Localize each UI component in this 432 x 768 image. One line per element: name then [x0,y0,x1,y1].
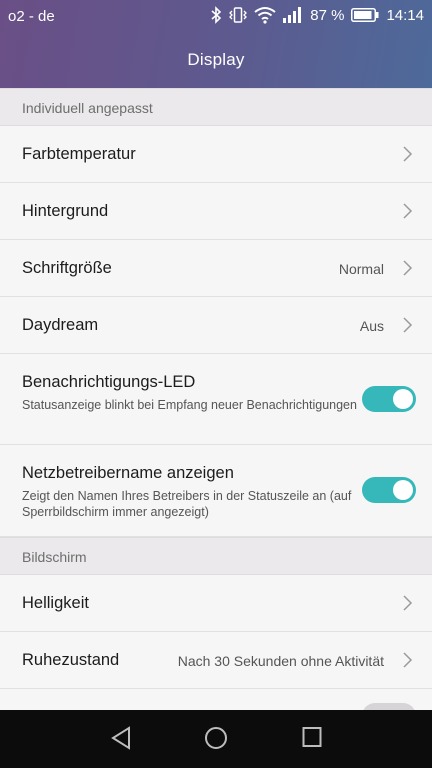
row-label: Schriftgröße [22,259,112,277]
bluetooth-icon [211,6,222,24]
toggle-knob [393,389,413,409]
row-hintergrund[interactable]: Hintergrund [0,183,432,240]
status-icons: 87 % 14:14 [210,6,424,24]
signal-icon [283,7,302,23]
page-title: Display [187,50,245,69]
row-value: Normal [338,261,384,277]
row-benachrichtigungs-led[interactable]: Benachrichtigungs-LED Statusanzeige blin… [0,354,432,445]
chevron-right-icon [403,260,413,276]
row-daydream[interactable]: Daydream Aus [0,297,432,354]
back-icon[interactable] [110,726,132,750]
toggle-knob [393,480,413,500]
home-icon[interactable] [204,726,228,750]
row-label: Daydream [22,316,99,334]
row-label: Hintergrund [22,202,109,220]
wifi-icon [254,7,276,24]
navigation-bar [0,710,432,768]
battery-icon [351,8,379,22]
vibrate-icon [229,7,248,23]
recents-icon[interactable] [302,726,322,748]
row-farbtemperatur[interactable]: Farbtemperatur [0,126,432,183]
chevron-right-icon [403,317,413,333]
chevron-right-icon [403,203,413,219]
section-header-individuell: Individuell angepasst [0,88,432,126]
row-value: Aus [359,318,384,334]
row-schriftgroesse[interactable]: Schriftgröße Normal [0,240,432,297]
row-description: Statusanzeige blinkt bei Empfang neuer B… [22,398,357,412]
chevron-right-icon [403,595,413,611]
row-label: Benachrichtigungs-LED [22,373,196,391]
row-helligkeit[interactable]: Helligkeit [0,575,432,632]
row-ruhezustand[interactable]: Ruhezustand Nach 30 Sekunden ohne Aktivi… [0,632,432,689]
section-header-bildschirm: Bildschirm [0,537,432,575]
row-label: Netzbetreibername anzeigen [22,464,234,482]
carrier-name: o2 - de [8,8,55,25]
section-label: Individuell angepasst [22,100,153,116]
row-value: Nach 30 Sekunden ohne Aktivität [177,653,384,669]
led-toggle[interactable] [362,386,416,412]
row-netzbetreibername[interactable]: Netzbetreibername anzeigen Zeigt den Nam… [0,445,432,537]
row-label: Helligkeit [22,594,89,612]
app-header: o2 - de 87 % 14:14 Display [0,0,432,88]
section-label: Bildschirm [22,549,87,565]
row-description: Zeigt den Namen Ihres Betreibers in der … [22,489,352,519]
status-bar: o2 - de 87 % 14:14 [0,0,432,32]
chevron-right-icon [403,146,413,162]
row-label: Farbtemperatur [22,145,136,163]
row-label: Ruhezustand [22,651,120,669]
chevron-right-icon [403,652,413,668]
battery-percent: 87 % [310,6,345,24]
netzbetreiber-toggle[interactable] [362,477,416,503]
clock: 14:14 [386,6,424,24]
